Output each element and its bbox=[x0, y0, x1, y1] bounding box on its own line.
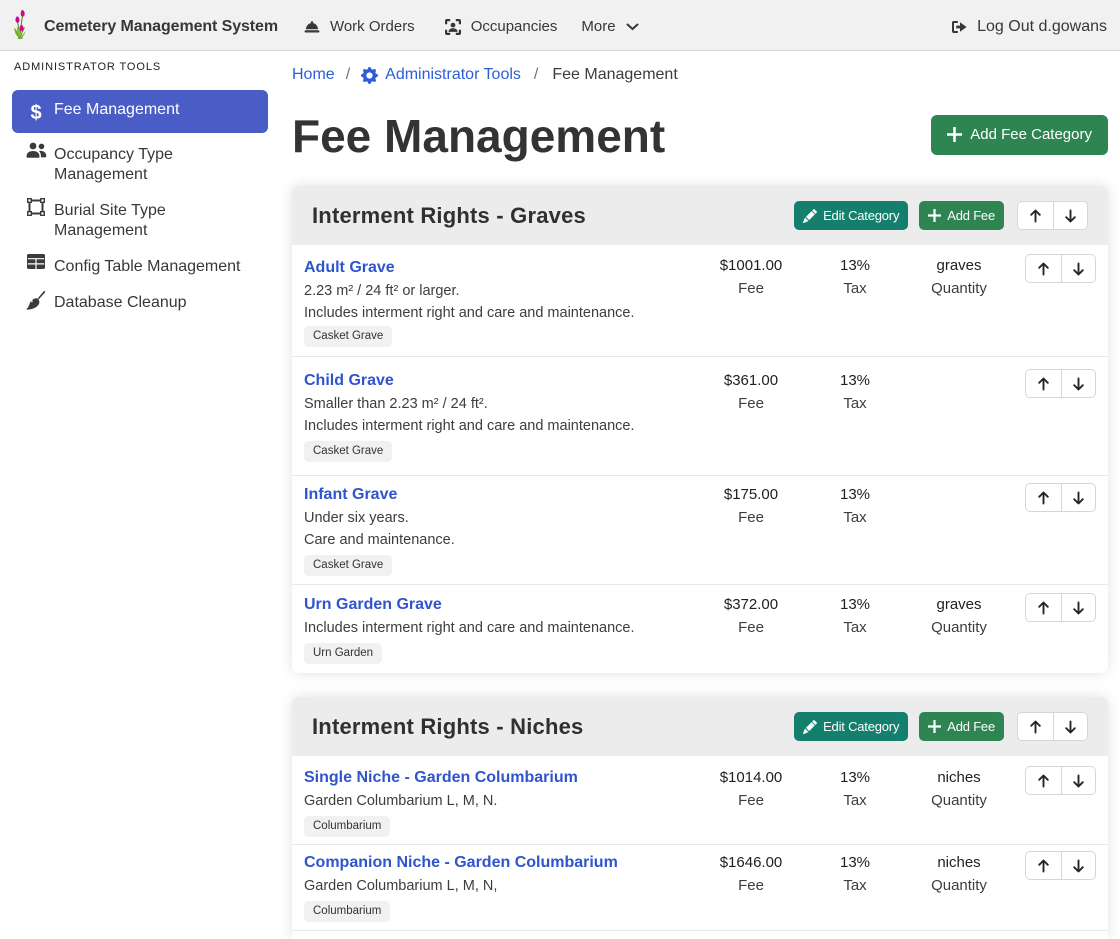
svg-text:$: $ bbox=[31, 102, 42, 123]
